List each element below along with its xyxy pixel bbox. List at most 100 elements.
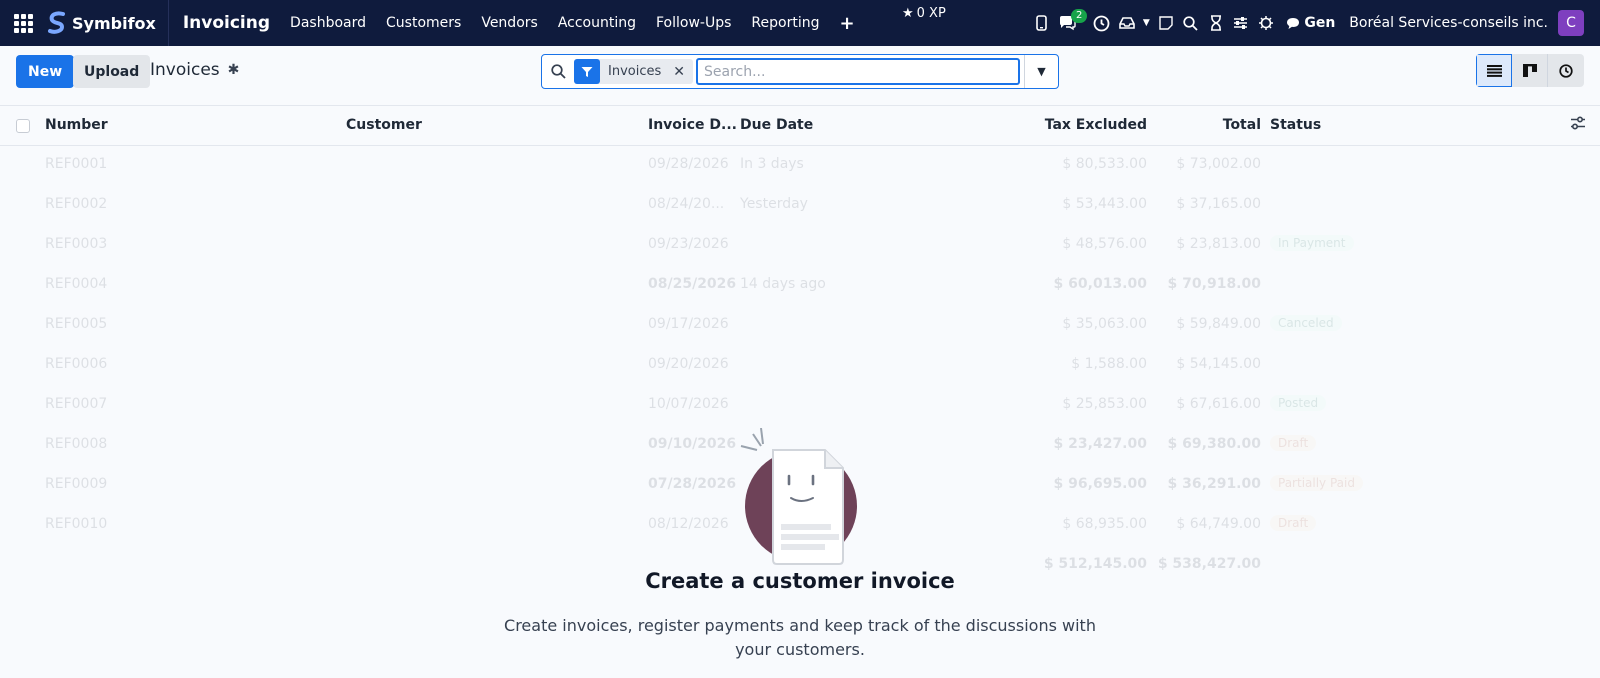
search-icon[interactable] xyxy=(1178,0,1203,46)
menu-dashboard[interactable]: Dashboard xyxy=(280,0,376,46)
xp-counter[interactable]: ★ 0 XP xyxy=(902,6,946,21)
gen-label: Gen xyxy=(1304,15,1336,31)
column-total[interactable]: Total xyxy=(1223,117,1261,133)
sliders-icon[interactable] xyxy=(1228,0,1253,46)
cell-due-date: In 3 days xyxy=(740,156,804,172)
cell-total: $ 70,918.00 xyxy=(1167,276,1261,292)
search-icon[interactable] xyxy=(542,64,574,79)
search-input[interactable] xyxy=(696,58,1020,85)
speech-bubble-icon xyxy=(1287,17,1300,29)
table-row: REF0001 09/28/2026 In 3 days $ 80,533.00 $ 7… xyxy=(0,146,1600,186)
cell-invoice-date: 10/07/2026 xyxy=(648,396,729,412)
column-number[interactable]: Number xyxy=(45,117,108,133)
column-due-date[interactable]: Due Date xyxy=(740,117,813,133)
cell-invoice-date: 09/10/2026 xyxy=(648,436,737,452)
bug-icon[interactable] xyxy=(1253,0,1278,46)
note-icon[interactable] xyxy=(1153,0,1178,46)
table-row: REF0005 09/17/2026 $ 35,063.00 $ 59,849.00 C… xyxy=(0,306,1600,346)
status-badge: Partially Paid xyxy=(1270,475,1363,491)
new-button[interactable]: New xyxy=(16,55,75,88)
cell-total: $ 54,145.00 xyxy=(1176,356,1261,372)
column-invoice-date[interactable]: Invoice D... xyxy=(648,117,737,133)
clock-icon[interactable] xyxy=(1089,0,1114,46)
plus-icon[interactable]: + xyxy=(829,13,864,34)
top-navbar: Symbifox Invoicing Dashboard Customers V… xyxy=(0,0,1600,46)
view-switcher xyxy=(1476,54,1584,87)
table-row: REF0004 08/25/2026 14 days ago $ 60,013.00 $… xyxy=(0,266,1600,306)
caret-down-icon[interactable]: ▼ xyxy=(1139,0,1153,46)
cell-number: REF0009 xyxy=(45,476,108,492)
facet-label: Invoices xyxy=(608,64,662,79)
table-row: REF0003 09/23/2026 $ 48,576.00 $ 23,813.00 I… xyxy=(0,226,1600,266)
apps-menu-icon[interactable] xyxy=(0,0,46,46)
user-avatar[interactable]: C xyxy=(1558,10,1584,36)
search-bar: Invoices ✕ ▼ xyxy=(541,54,1059,89)
chat-badge: 2 xyxy=(1070,9,1088,23)
cell-number: REF0007 xyxy=(45,396,108,412)
cell-tax-excluded: $ 80,533.00 xyxy=(1062,156,1147,172)
cell-invoice-date: 09/17/2026 xyxy=(648,316,729,332)
kanban-view-icon[interactable] xyxy=(1512,54,1548,87)
gear-icon[interactable]: ✱ xyxy=(228,62,240,78)
cell-number: REF0003 xyxy=(45,236,108,252)
menu-customers[interactable]: Customers xyxy=(376,0,471,46)
hourglass-icon[interactable] xyxy=(1203,0,1228,46)
status-badge: Canceled xyxy=(1270,315,1342,331)
column-status[interactable]: Status xyxy=(1270,117,1321,133)
upload-button[interactable]: Upload xyxy=(73,55,151,88)
cell-due-date: 14 days ago xyxy=(740,276,826,292)
menu-accounting[interactable]: Accounting xyxy=(548,0,646,46)
chat-icon[interactable]: 2 xyxy=(1054,0,1088,46)
select-all-checkbox[interactable] xyxy=(16,119,30,133)
filter-facet[interactable]: Invoices ✕ xyxy=(574,59,693,84)
cell-number: REF0004 xyxy=(45,276,108,292)
help-description: Create invoices, register payments and k… xyxy=(504,616,1096,659)
menu-vendors[interactable]: Vendors xyxy=(471,0,547,46)
cell-number: REF0005 xyxy=(45,316,108,332)
table-row: REF0006 09/20/2026 $ 1,588.00 $ 54,145.00 xyxy=(0,346,1600,386)
phone-icon[interactable] xyxy=(1029,0,1054,46)
cell-number: REF0010 xyxy=(45,516,108,532)
caret-down-icon[interactable]: ▼ xyxy=(1024,55,1058,88)
cell-invoice-date: 08/25/2026 xyxy=(648,276,737,292)
brand-logo[interactable]: Symbifox xyxy=(46,0,169,46)
inbox-icon[interactable] xyxy=(1114,0,1139,46)
cell-tax-excluded: $ 1,588.00 xyxy=(1071,356,1147,372)
cell-total: $ 64,749.00 xyxy=(1176,516,1261,532)
cell-total: $ 37,165.00 xyxy=(1176,196,1261,212)
filter-icon xyxy=(574,59,600,84)
table-header: Number Customer Invoice D... Due Date Ta… xyxy=(0,106,1600,146)
company-switcher[interactable]: Boréal Services-conseils inc. xyxy=(1349,15,1558,31)
close-icon[interactable]: ✕ xyxy=(669,64,693,80)
main-menu: Dashboard Customers Vendors Accounting F… xyxy=(280,0,829,46)
cell-number: REF0008 xyxy=(45,436,108,452)
status-badge: Posted xyxy=(1270,395,1327,411)
systray: 2 ▼ Gen Boréal Services-conseils inc. C xyxy=(1029,0,1600,46)
cell-tax-excluded: $ 23,427.00 xyxy=(1053,436,1147,452)
invoice-illustration-icon xyxy=(739,427,861,570)
optional-columns-icon[interactable] xyxy=(1570,116,1586,134)
cell-tax-excluded: $ 25,853.00 xyxy=(1062,396,1147,412)
cell-tax-excluded: $ 60,013.00 xyxy=(1053,276,1147,292)
cell-total: $ 23,813.00 xyxy=(1176,236,1261,252)
column-tax-excluded[interactable]: Tax Excluded xyxy=(1045,117,1147,133)
cell-total: $ 67,616.00 xyxy=(1176,396,1261,412)
table-row: REF0007 10/07/2026 $ 25,853.00 $ 67,616.00 P… xyxy=(0,386,1600,426)
star-icon: ★ xyxy=(902,6,914,21)
cell-invoice-date: 08/12/2026 xyxy=(648,516,729,532)
status-badge: Draft xyxy=(1270,435,1317,451)
menu-reporting[interactable]: Reporting xyxy=(741,0,829,46)
menu-follow-ups[interactable]: Follow-Ups xyxy=(646,0,741,46)
gen-button[interactable]: Gen xyxy=(1278,15,1349,31)
activity-view-icon[interactable] xyxy=(1548,54,1584,87)
control-panel: New Upload Invoices ✱ Invoices ✕ ▼ xyxy=(0,46,1600,106)
xp-label: 0 XP xyxy=(916,6,946,21)
cell-total: $ 69,380.00 xyxy=(1167,436,1261,452)
column-customer[interactable]: Customer xyxy=(346,117,422,133)
table-row: REF0002 08/24/20... Yesterday $ 53,443.00 $ … xyxy=(0,186,1600,226)
app-name[interactable]: Invoicing xyxy=(169,13,280,33)
list-view-icon[interactable] xyxy=(1476,54,1512,87)
cell-due-date: Yesterday xyxy=(740,196,808,212)
cell-invoice-date: 09/20/2026 xyxy=(648,356,729,372)
cell-total: $ 59,849.00 xyxy=(1176,316,1261,332)
